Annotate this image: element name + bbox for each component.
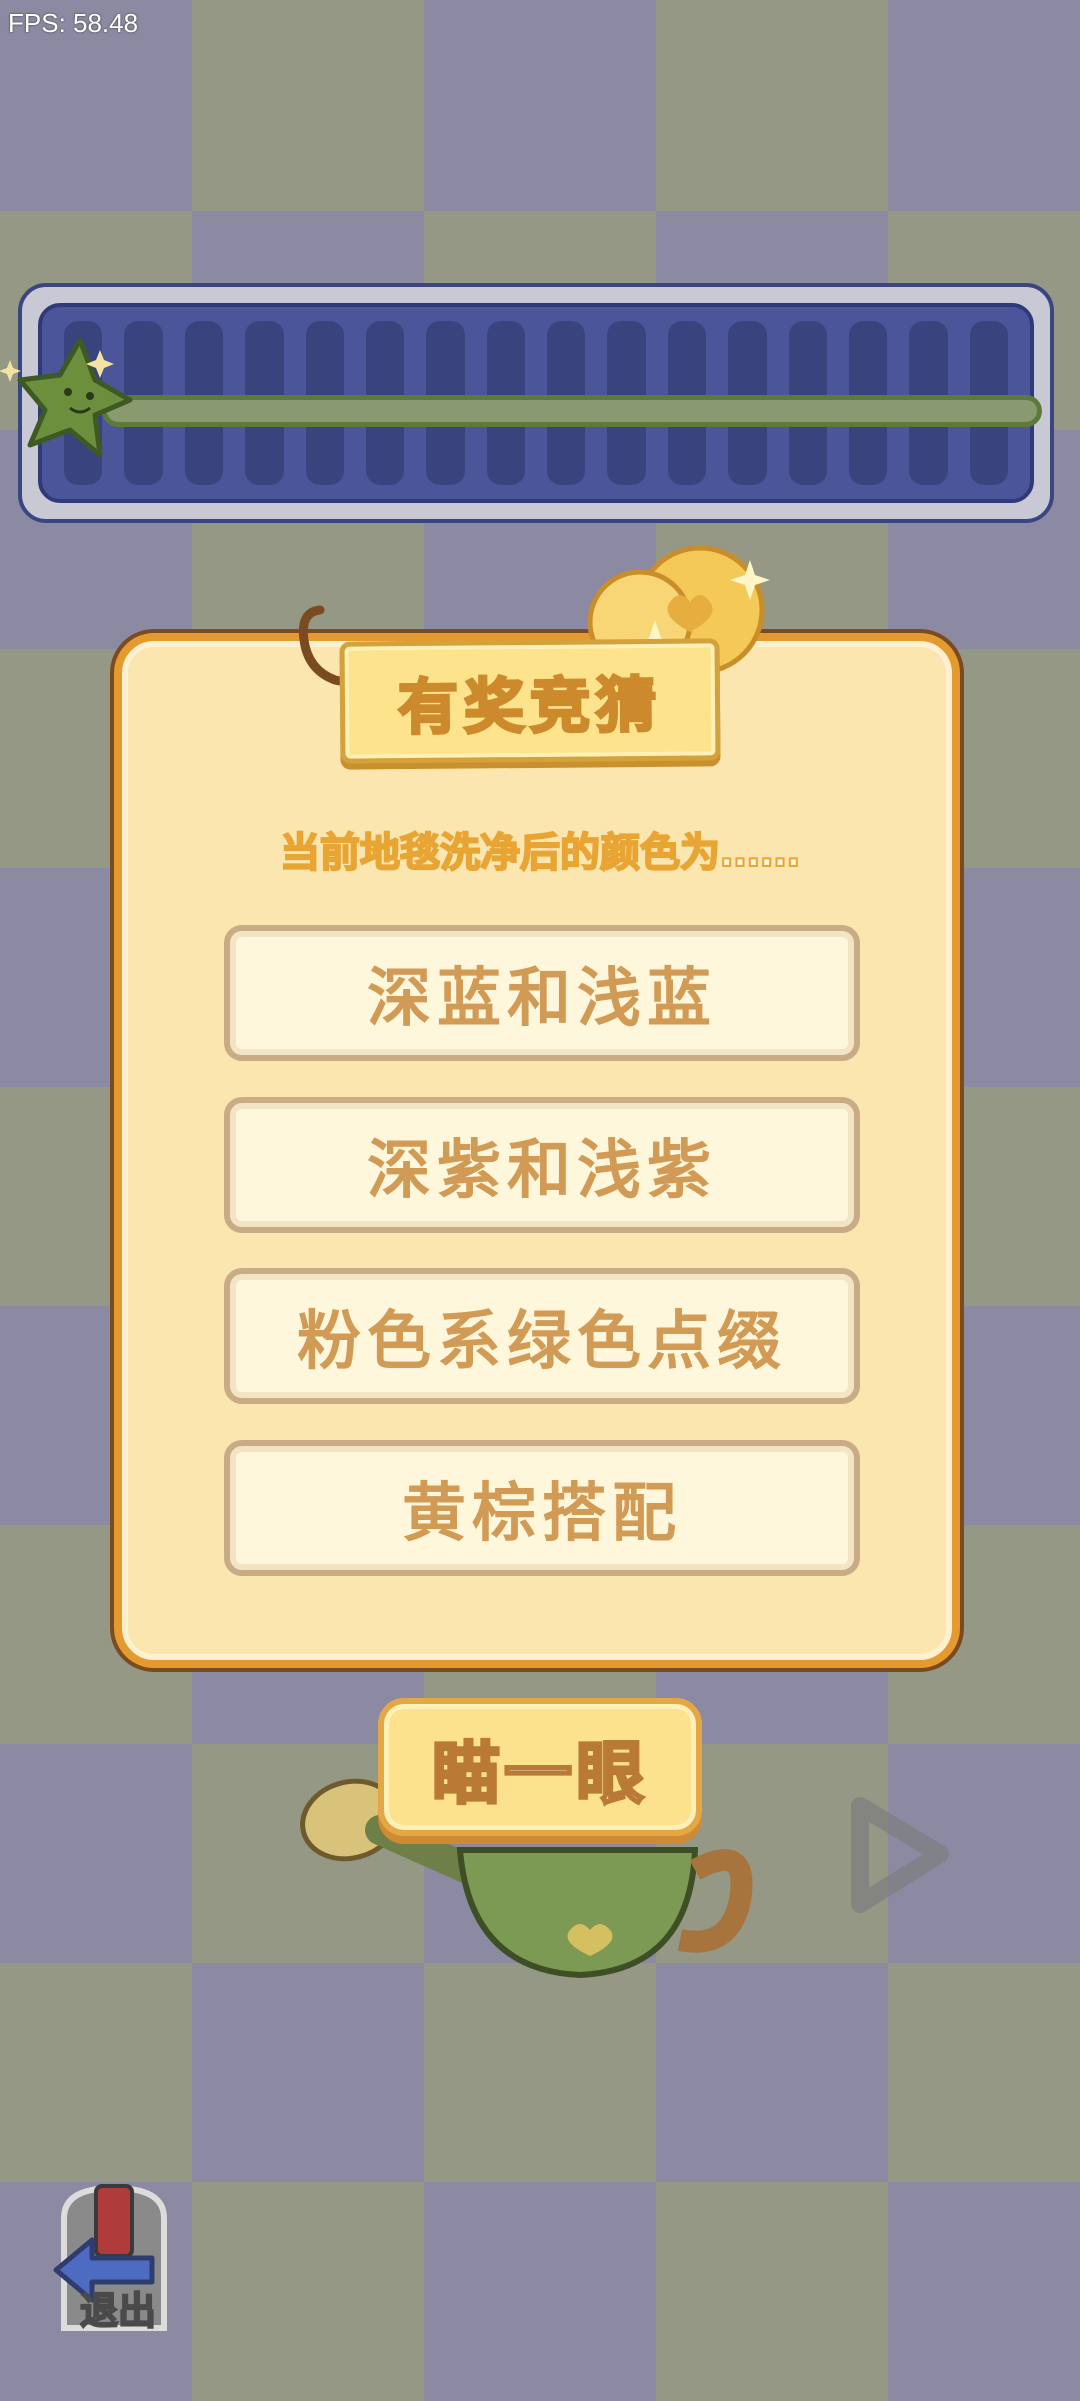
play-arrow-icon[interactable] — [838, 1792, 958, 1922]
progress-bar — [18, 283, 1054, 523]
peek-button[interactable]: 瞄一眼 — [378, 1698, 702, 1836]
option-button[interactable]: 黄棕搭配 — [224, 1440, 860, 1576]
exit-label: 退出 — [79, 2288, 157, 2334]
option-button[interactable]: 深紫和浅紫 — [224, 1097, 860, 1233]
option-button[interactable]: 粉色系绿色点缀 — [224, 1268, 860, 1404]
quiz-title-tag: 有奖竞猜 — [339, 638, 721, 764]
green-star-mascot-icon — [0, 337, 133, 458]
quiz-title: 有奖竞猜 — [396, 669, 664, 744]
progress-track — [102, 395, 1042, 427]
fps-counter: FPS: 58.48 — [8, 8, 139, 38]
option-button[interactable]: 深蓝和浅蓝 — [224, 925, 860, 1061]
quiz-question: 当前地毯洗净后的颜色为…… — [279, 829, 801, 877]
